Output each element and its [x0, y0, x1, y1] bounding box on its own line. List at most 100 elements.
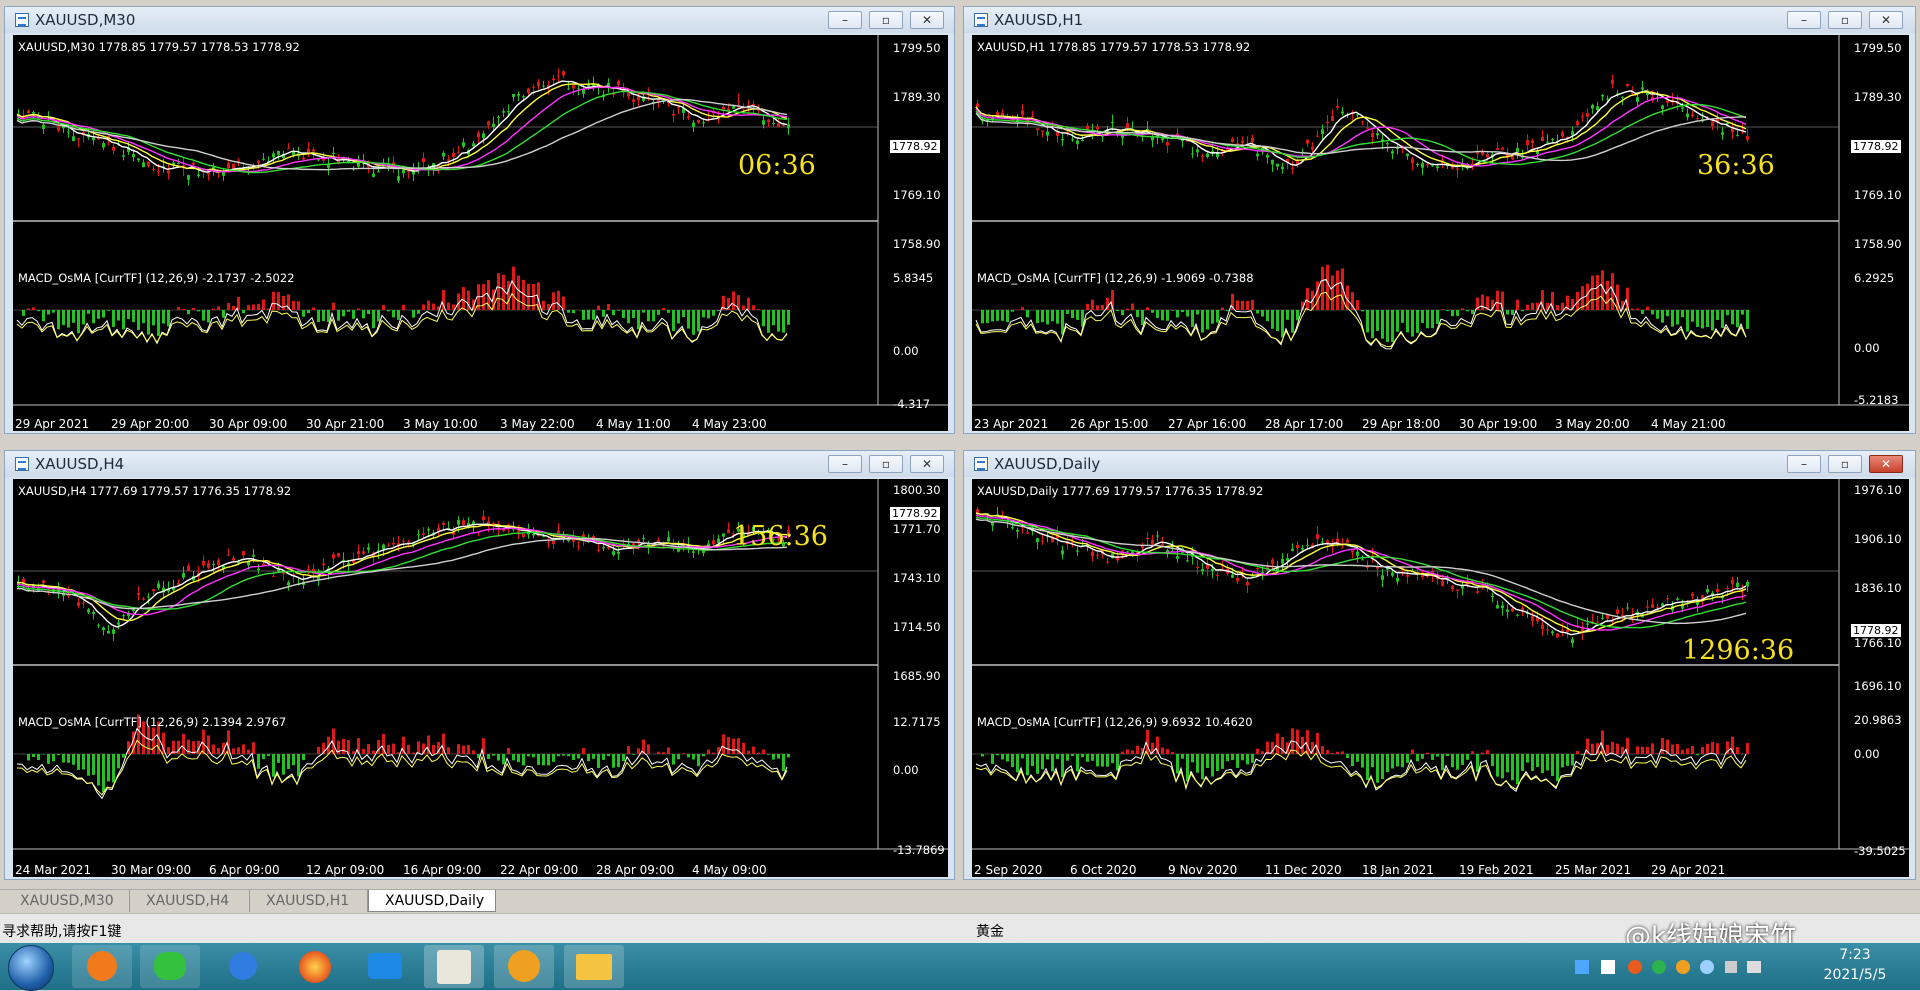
price-tick: 1800.30: [893, 483, 941, 497]
window-title: XAUUSD,M30: [35, 11, 135, 29]
price-tick: 1766.10: [1854, 636, 1902, 650]
minimize-button[interactable]: –: [828, 11, 862, 29]
tab-m30[interactable]: XAUUSD,M30: [4, 890, 130, 912]
macd-scale: 0.00: [1854, 747, 1880, 761]
status-bar: 寻求帮助,请按F1键 黄金 @k线姑娘宋竹: [0, 913, 1920, 944]
minimize-button[interactable]: –: [1787, 455, 1821, 473]
x-tick: 23 Apr 2021: [974, 417, 1048, 431]
x-tick: 29 Apr 20:00: [111, 417, 189, 431]
chart-drawing: [13, 35, 948, 405]
candle-timer: 156:36: [733, 521, 828, 552]
x-tick: 30 Mar 09:00: [111, 863, 191, 877]
current-price: 1778.92: [890, 507, 940, 520]
tab-h4[interactable]: XAUUSD,H4: [130, 890, 250, 912]
chart-window-h4[interactable]: XAUUSD,H4 – ▫ ✕ XAUUSD,H4 1777.69 1779.5…: [4, 450, 955, 880]
folder-icon[interactable]: [564, 945, 624, 988]
price-tick: 1758.90: [1854, 237, 1902, 251]
price-tick: 1758.90: [893, 237, 941, 251]
price-chart[interactable]: XAUUSD,H4 1777.69 1779.57 1776.35 1778.9…: [13, 479, 948, 877]
close-button[interactable]: ✕: [910, 455, 944, 473]
macd-label: MACD_OsMA [CurrTF] (12,26,9) -2.1737 -2.…: [18, 271, 295, 285]
price-tick: 1696.10: [1854, 679, 1902, 693]
candle-timer: 06:36: [738, 150, 816, 181]
x-tick: 25 Mar 2021: [1555, 863, 1631, 877]
x-tick: 24 Mar 2021: [15, 863, 91, 877]
macd-scale: 0.00: [893, 344, 919, 358]
price-chart[interactable]: XAUUSD,M30 1778.85 1779.57 1778.53 1778.…: [13, 35, 948, 431]
x-tick: 12 Apr 09:00: [306, 863, 384, 877]
macd-label: MACD_OsMA [CurrTF] (12,26,9) 2.1394 2.97…: [18, 715, 286, 729]
start-orb-icon[interactable]: [8, 945, 54, 991]
help-text: 寻求帮助,请按F1键: [2, 921, 121, 941]
chart-drawing: [972, 35, 1909, 405]
app3-icon[interactable]: [494, 945, 554, 988]
macd-scale: 12.7175: [893, 715, 941, 729]
x-tick: 26 Apr 15:00: [1070, 417, 1148, 431]
chart-header: XAUUSD,H4 1777.69 1779.57 1776.35 1778.9…: [18, 484, 291, 498]
window-titlebar[interactable]: XAUUSD,M30 – ▫ ✕: [5, 7, 954, 33]
maximize-button[interactable]: ▫: [869, 455, 903, 473]
maximize-button[interactable]: ▫: [1828, 11, 1862, 29]
chart-window-m30[interactable]: XAUUSD,M30 – ▫ ✕ XAUUSD,M30 1778.85 1779…: [4, 6, 955, 434]
wechat-icon[interactable]: [140, 945, 200, 988]
macd-scale: -13.7869: [893, 843, 945, 857]
x-tick: 29 Apr 2021: [1651, 863, 1725, 877]
close-button[interactable]: ✕: [1869, 455, 1903, 473]
x-tick: 3 May 22:00: [500, 417, 575, 431]
chart-window-daily[interactable]: XAUUSD,Daily – ▫ ✕ XAUUSD,Daily 1777.69 …: [963, 450, 1916, 880]
price-tick: 1976.10: [1854, 483, 1902, 497]
browser-icon[interactable]: [72, 945, 132, 988]
x-tick: 29 Apr 18:00: [1362, 417, 1440, 431]
app2-icon[interactable]: [424, 945, 484, 988]
x-tick: 6 Apr 09:00: [209, 863, 280, 877]
chart-window-h1[interactable]: XAUUSD,H1 – ▫ ✕ XAUUSD,H1 1778.85 1779.5…: [963, 6, 1916, 434]
maximize-button[interactable]: ▫: [1828, 455, 1862, 473]
window-titlebar[interactable]: XAUUSD,Daily – ▫ ✕: [964, 451, 1915, 477]
minimize-button[interactable]: –: [828, 455, 862, 473]
chart-icon: [15, 457, 29, 471]
chart-canvas: [972, 35, 1909, 431]
window-title: XAUUSD,Daily: [994, 455, 1100, 473]
tab-daily[interactable]: XAUUSD,Daily: [368, 890, 496, 912]
chart-canvas: [13, 35, 948, 431]
macd-scale: -39.5025: [1854, 844, 1906, 858]
tab-h1[interactable]: XAUUSD,H1: [250, 890, 368, 912]
candle-timer: 36:36: [1697, 150, 1775, 181]
x-tick: 16 Apr 09:00: [403, 863, 481, 877]
close-button[interactable]: ✕: [910, 11, 944, 29]
x-tick: 29 Apr 2021: [15, 417, 89, 431]
price-tick: 1771.70: [893, 522, 941, 536]
symbol-label: 黄金: [976, 921, 1004, 941]
price-tick: 1799.50: [893, 41, 941, 55]
chart-icon: [974, 13, 988, 27]
price-tick: 1906.10: [1854, 532, 1902, 546]
price-chart[interactable]: XAUUSD,Daily 1777.69 1779.57 1776.35 177…: [972, 479, 1909, 877]
window-titlebar[interactable]: XAUUSD,H1 – ▫ ✕: [964, 7, 1915, 33]
tray-icons: [1575, 957, 1775, 977]
x-tick: 30 Apr 09:00: [209, 417, 287, 431]
app-icon[interactable]: [355, 945, 415, 988]
clock-time: 7:23: [1800, 947, 1910, 963]
price-chart[interactable]: XAUUSD,H1 1778.85 1779.57 1778.53 1778.9…: [972, 35, 1909, 431]
maximize-button[interactable]: ▫: [869, 11, 903, 29]
current-price: 1778.92: [1851, 140, 1901, 153]
firefox-icon[interactable]: [285, 945, 345, 988]
x-tick: 2 Sep 2020: [974, 863, 1042, 877]
current-price: 1778.92: [890, 140, 940, 153]
window-titlebar[interactable]: XAUUSD,H4 – ▫ ✕: [5, 451, 954, 477]
x-tick: 22 Apr 09:00: [500, 863, 578, 877]
macd-scale: -5.2183: [1854, 393, 1898, 407]
close-button[interactable]: ✕: [1869, 11, 1903, 29]
x-tick: 30 Apr 21:00: [306, 417, 384, 431]
x-tick: 19 Feb 2021: [1459, 863, 1534, 877]
macd-scale: 6.2925: [1854, 271, 1894, 285]
macd-label: MACD_OsMA [CurrTF] (12,26,9) -1.9069 -0.…: [977, 271, 1254, 285]
price-tick: 1789.30: [893, 90, 941, 104]
clock-date: 2021/5/5: [1800, 967, 1910, 983]
price-tick: 1714.50: [893, 620, 941, 634]
x-tick: 11 Dec 2020: [1265, 863, 1342, 877]
price-tick: 1769.10: [1854, 188, 1902, 202]
macd-label: MACD_OsMA [CurrTF] (12,26,9) 9.6932 10.4…: [977, 715, 1253, 729]
pen-icon[interactable]: [213, 945, 273, 988]
minimize-button[interactable]: –: [1787, 11, 1821, 29]
